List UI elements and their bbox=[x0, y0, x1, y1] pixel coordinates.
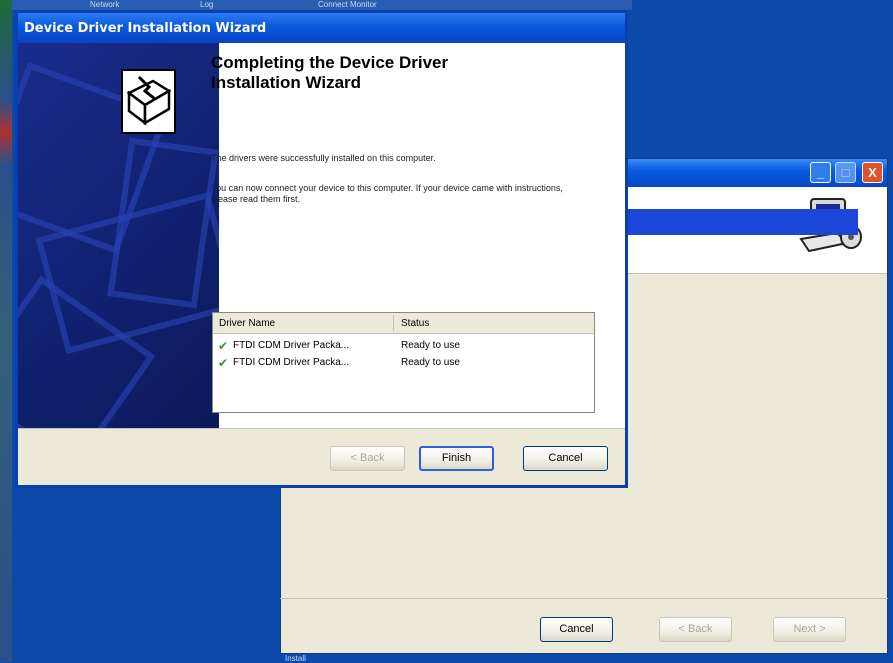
background-next-button[interactable]: Next > bbox=[773, 617, 846, 642]
desktop-background-strip bbox=[0, 0, 12, 662]
wizard-side-banner bbox=[18, 43, 219, 428]
wizard-heading: Completing the Device Driver Installatio… bbox=[211, 53, 449, 92]
background-back-button[interactable]: < Back bbox=[659, 617, 732, 642]
desktop-label-network: Network bbox=[90, 0, 120, 9]
connect-instructions: You can now connect your device to this … bbox=[211, 183, 563, 204]
hardware-box-icon bbox=[121, 69, 176, 134]
success-message: The drivers were successfully installed … bbox=[211, 153, 436, 163]
driver-name-cell: FTDI CDM Driver Packa... bbox=[233, 340, 350, 351]
checkmark-icon: ✔ bbox=[218, 339, 229, 353]
column-header-driver-name[interactable]: Driver Name bbox=[219, 318, 275, 329]
back-button[interactable]: < Back bbox=[330, 446, 405, 471]
background-cancel-button[interactable]: Cancel bbox=[540, 617, 613, 642]
table-row[interactable]: ✔ FTDI CDM Driver Packa... Ready to use bbox=[213, 338, 594, 354]
wizard-titlebar[interactable]: Device Driver Installation Wizard bbox=[18, 13, 625, 43]
wizard-footer-divider bbox=[18, 428, 625, 429]
close-button[interactable]: X bbox=[862, 162, 883, 183]
driver-status-list[interactable]: Driver Name Status ✔ FTDI CDM Driver Pac… bbox=[212, 312, 595, 413]
background-footer-divider bbox=[280, 598, 888, 599]
maximize-button[interactable]: □ bbox=[835, 162, 856, 183]
table-row[interactable]: ✔ FTDI CDM Driver Packa... Ready to use bbox=[213, 355, 594, 371]
column-header-status[interactable]: Status bbox=[401, 318, 429, 329]
cancel-button[interactable]: Cancel bbox=[523, 446, 608, 471]
driver-status-cell: Ready to use bbox=[401, 357, 460, 368]
desktop-label-connect: Connect Monitor bbox=[318, 0, 377, 9]
driver-name-cell: FTDI CDM Driver Packa... bbox=[233, 357, 350, 368]
finish-button[interactable]: Finish bbox=[419, 446, 494, 471]
minimize-button[interactable]: _ bbox=[810, 162, 831, 183]
driver-status-cell: Ready to use bbox=[401, 340, 460, 351]
checkmark-icon: ✔ bbox=[218, 356, 229, 370]
column-divider[interactable] bbox=[393, 315, 394, 331]
window-title: Device Driver Installation Wizard bbox=[24, 21, 267, 36]
list-header: Driver Name Status bbox=[213, 313, 594, 334]
desktop-label-log: Log bbox=[200, 0, 214, 9]
